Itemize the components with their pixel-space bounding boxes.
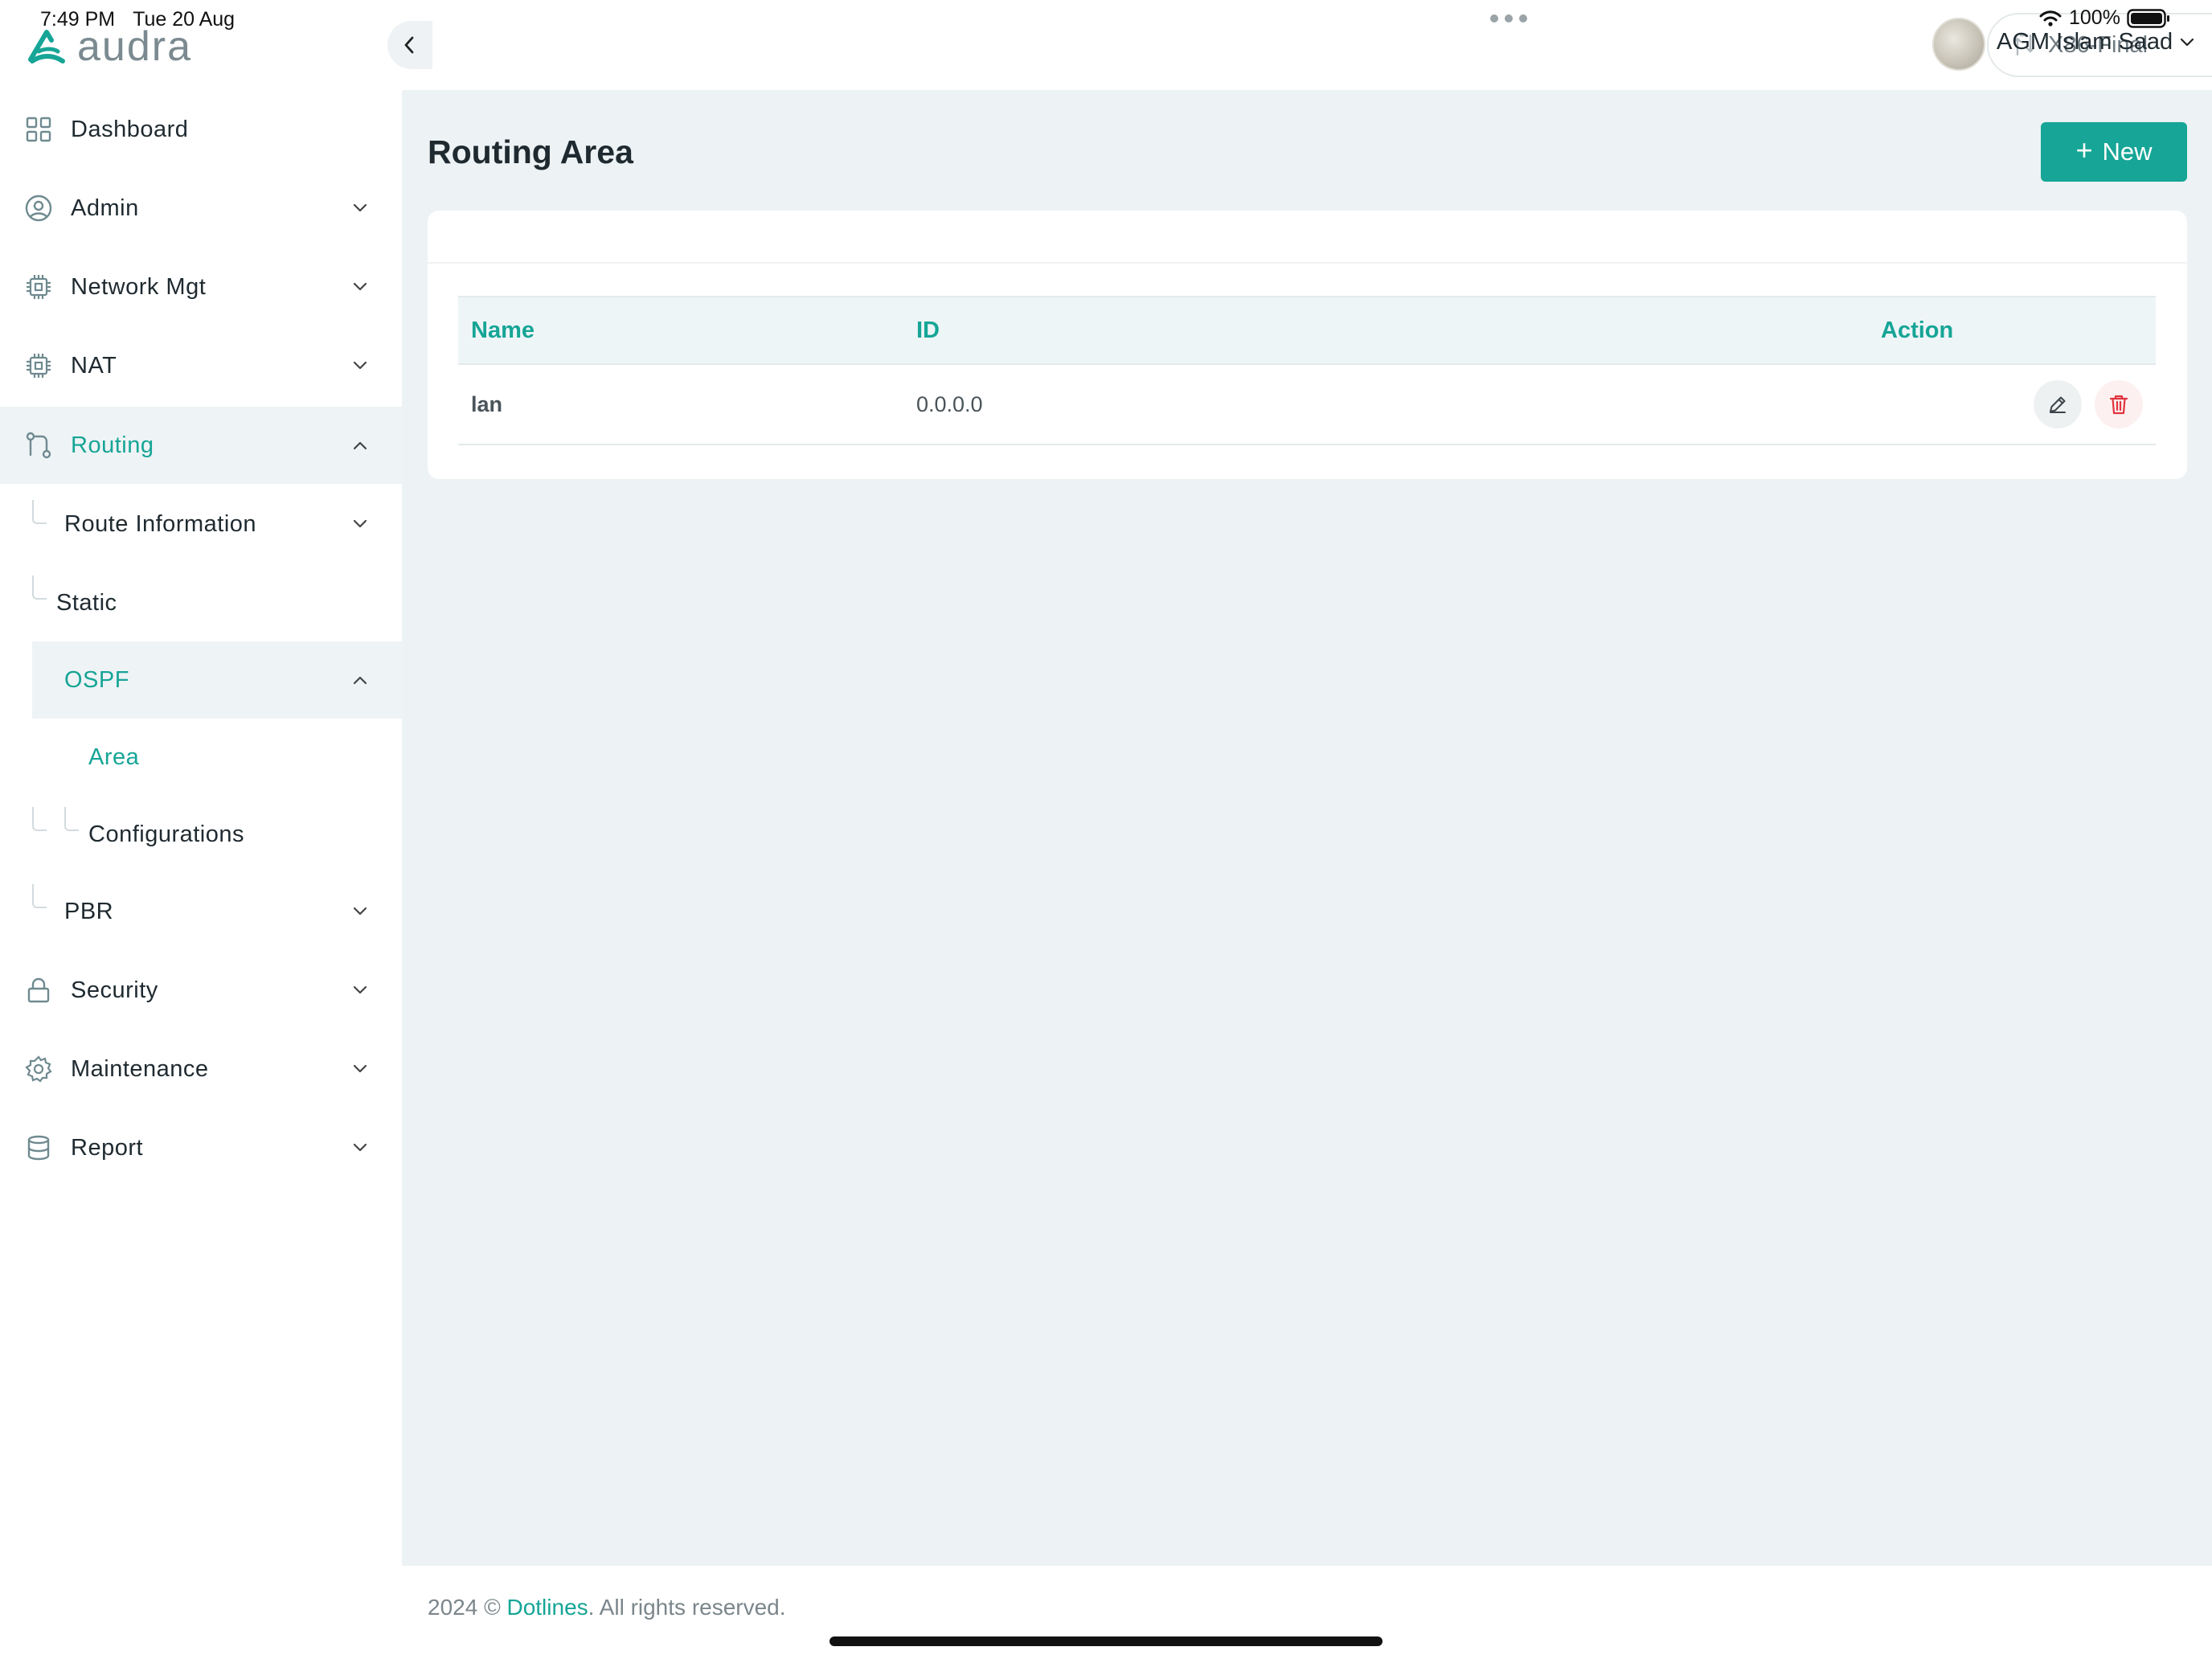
- user-name[interactable]: AGM Islam Saad: [1997, 29, 2173, 55]
- column-header-id[interactable]: ID: [916, 296, 1881, 365]
- chip-icon: [24, 272, 53, 301]
- new-button[interactable]: + New: [2041, 122, 2187, 182]
- battery-icon: [2127, 8, 2169, 28]
- sidebar-item-configurations[interactable]: Configurations: [0, 796, 402, 873]
- sidebar-item-label: PBR: [64, 898, 114, 924]
- chevron-left-icon: [404, 36, 414, 54]
- database-icon: [24, 1133, 53, 1162]
- plus-icon: +: [2075, 133, 2093, 166]
- sidebar-item-admin[interactable]: Admin: [0, 170, 402, 247]
- sidebar-item-pbr[interactable]: PBR: [0, 873, 402, 950]
- sidebar-item-label: Configurations: [88, 821, 244, 847]
- avatar[interactable]: [1932, 18, 1985, 71]
- sidebar-collapse-button[interactable]: [387, 21, 432, 69]
- battery-percent: 100%: [2069, 6, 2120, 29]
- trash-icon: [2109, 395, 2128, 415]
- area-table: Name ID Action lan 0.0.0.0: [458, 296, 2156, 445]
- sidebar-item-ospf[interactable]: OSPF: [32, 641, 402, 719]
- copyright-prefix: 2024 ©: [428, 1595, 507, 1620]
- sidebar-item-security[interactable]: Security: [0, 952, 402, 1029]
- chevron-up-icon: [349, 434, 371, 457]
- cell-id: 0.0.0.0: [916, 364, 1881, 445]
- sidebar-item-label: Network Mgt: [71, 273, 207, 300]
- cell-name[interactable]: lan: [458, 364, 916, 445]
- sidebar-item-label: Admin: [71, 195, 139, 221]
- sidebar-item-label: Report: [71, 1134, 144, 1161]
- sidebar-item-nat[interactable]: NAT: [0, 327, 402, 404]
- brand-name: audra: [77, 23, 192, 70]
- brand-logo[interactable]: audra: [24, 23, 192, 70]
- cell-action: [1881, 364, 2156, 445]
- sidebar-item-label: OSPF: [64, 666, 129, 693]
- sidebar-item-network-mgt[interactable]: Network Mgt: [0, 248, 402, 326]
- card-divider: [428, 262, 2187, 264]
- sidebar-item-label: NAT: [71, 352, 117, 379]
- edit-button[interactable]: [2034, 380, 2082, 428]
- sidebar-item-label: Static: [56, 589, 117, 616]
- multitasking-dots[interactable]: [1490, 14, 1527, 23]
- sidebar-item-dashboard[interactable]: Dashboard: [0, 91, 402, 168]
- sidebar-item-label: Area: [88, 743, 140, 770]
- copyright: 2024 © Dotlines. All rights reserved.: [428, 1595, 786, 1620]
- sidebar-item-label: Dashboard: [71, 116, 189, 142]
- pencil-icon: [2050, 396, 2066, 413]
- sidebar-item-area[interactable]: Area: [32, 719, 402, 796]
- app-root: 7:49 PMTue 20 Aug audra Dashboard Admin: [0, 0, 2212, 1659]
- main-content: Routing Area + New Name ID Action lan 0.…: [402, 90, 2212, 1566]
- chevron-down-icon[interactable]: [2177, 32, 2198, 53]
- sidebar-item-static[interactable]: Static: [0, 564, 402, 641]
- area-card: Name ID Action lan 0.0.0.0: [428, 211, 2187, 479]
- column-header-action: Action: [1881, 296, 2156, 365]
- wifi-icon: [2039, 10, 2062, 27]
- chevron-down-icon: [349, 1137, 371, 1159]
- gear-icon: [24, 1055, 53, 1083]
- chevron-down-icon: [349, 197, 371, 219]
- grid-icon: [24, 115, 53, 144]
- sidebar-item-maintenance[interactable]: Maintenance: [0, 1030, 402, 1108]
- user-circle-icon: [24, 194, 53, 223]
- page-title: Routing Area: [428, 133, 633, 170]
- sidebar-item-routing[interactable]: Routing: [0, 407, 402, 484]
- sidebar-item-label: Route Information: [64, 510, 257, 537]
- copyright-suffix: . All rights reserved.: [588, 1595, 786, 1620]
- sidebar-item-route-information[interactable]: Route Information: [0, 485, 402, 563]
- chevron-up-icon: [349, 669, 371, 691]
- sidebar-item-label: Maintenance: [71, 1055, 209, 1082]
- chevron-down-icon: [349, 979, 371, 1002]
- chevron-down-icon: [349, 900, 371, 923]
- status-indicators: 100%: [2038, 6, 2170, 30]
- table-row: lan 0.0.0.0: [458, 364, 2156, 445]
- chevron-down-icon: [349, 276, 371, 298]
- sidebar: 7:49 PMTue 20 Aug audra Dashboard Admin: [0, 0, 402, 1659]
- dotlines-link[interactable]: Dotlines: [506, 1595, 588, 1620]
- home-indicator[interactable]: [830, 1636, 1382, 1646]
- sidebar-item-label: Routing: [71, 432, 154, 458]
- route-icon: [24, 431, 53, 460]
- column-header-name[interactable]: Name: [458, 296, 916, 365]
- sidebar-item-report[interactable]: Report: [0, 1109, 402, 1186]
- chevron-down-icon: [349, 1058, 371, 1080]
- chip-icon: [24, 351, 53, 380]
- table-header-row: Name ID Action: [458, 296, 2156, 365]
- chevron-down-icon: [349, 354, 371, 377]
- lock-icon: [24, 976, 53, 1005]
- audra-logo-icon: [28, 30, 65, 63]
- sidebar-item-label: Security: [71, 977, 158, 1003]
- chevron-down-icon: [349, 513, 371, 535]
- new-button-label: New: [2102, 137, 2153, 166]
- delete-button[interactable]: [2095, 380, 2143, 428]
